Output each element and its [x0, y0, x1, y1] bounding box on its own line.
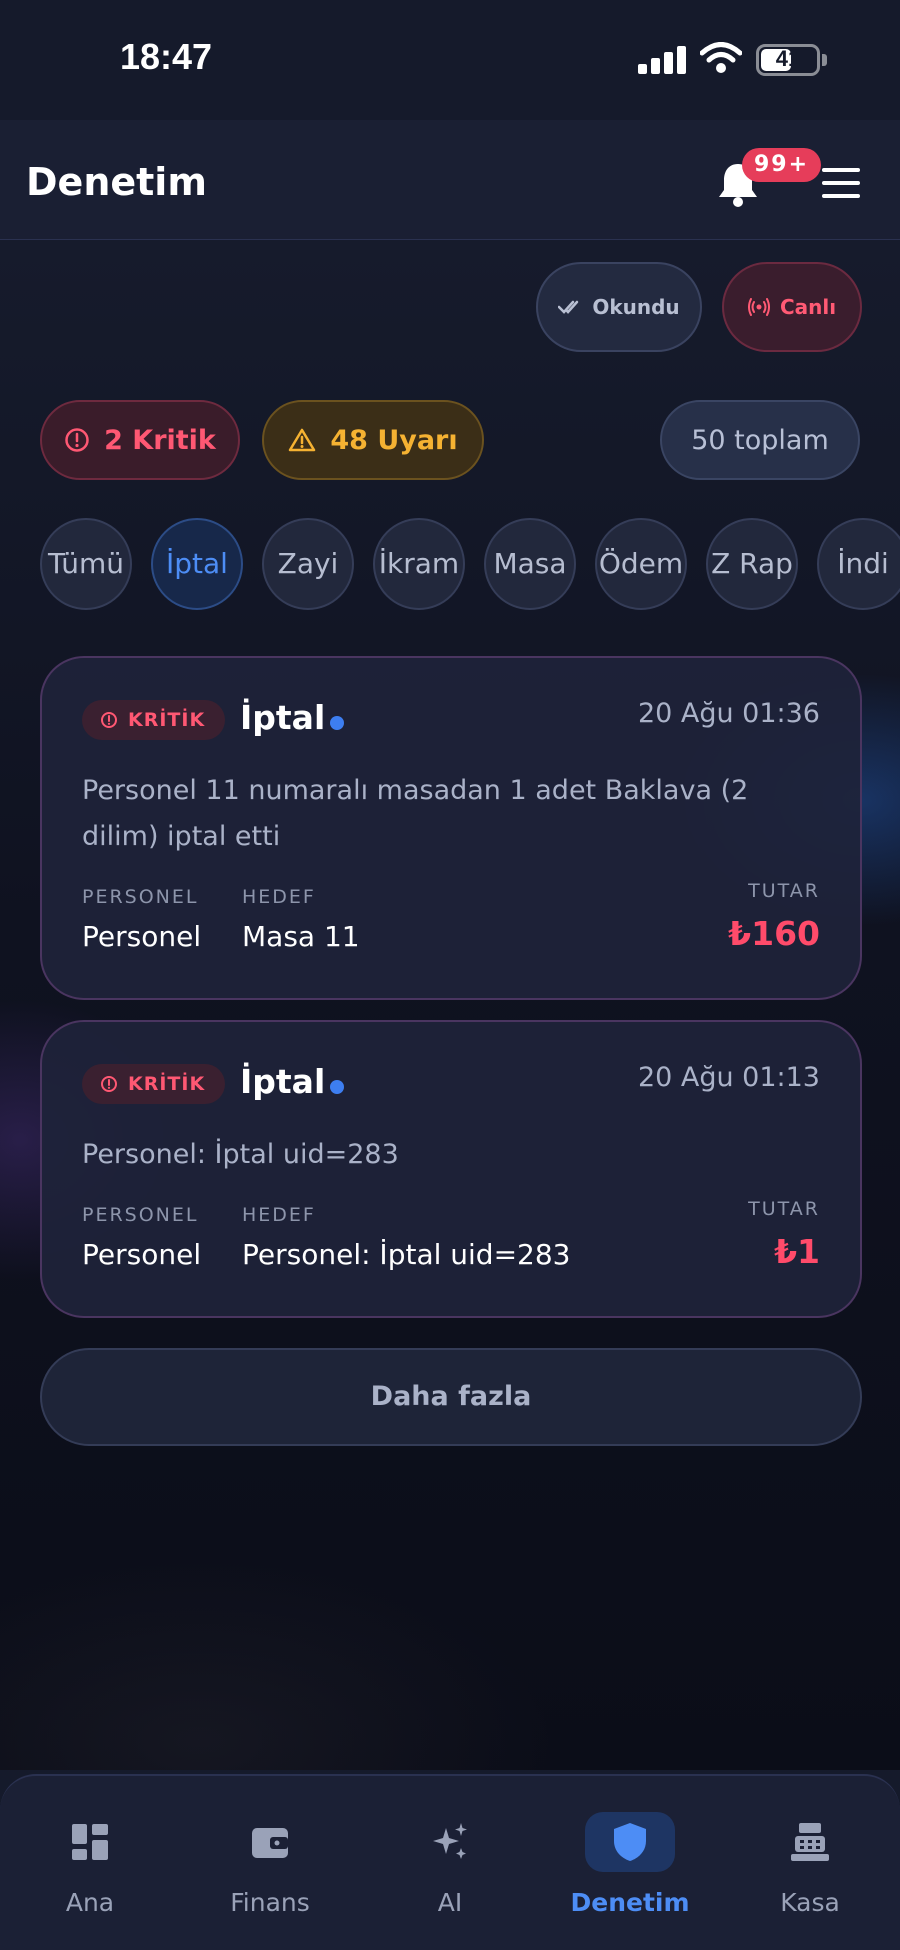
app-header: Denetim 99+ — [0, 120, 900, 240]
notification-badge: 99+ — [742, 148, 822, 182]
severity-label: KRİTİK — [128, 1073, 206, 1095]
status-bar: 18:47 41 — [0, 0, 900, 120]
sparkles-icon — [433, 1823, 467, 1859]
wallet-icon — [252, 1828, 288, 1858]
card-date: 20 Ağu 01:36 — [637, 698, 820, 729]
total-count-chip: 50 toplam — [660, 400, 860, 480]
amount-label: TUTAR — [748, 880, 820, 902]
staff-label: PERSONEL — [82, 1204, 199, 1226]
tab-tumu[interactable]: Tümü — [40, 518, 132, 610]
amount-value: ₺1 — [774, 1232, 820, 1271]
live-button[interactable]: Canlı — [722, 262, 862, 352]
nav-item-finans[interactable]: Finans — [180, 1776, 360, 1950]
warning-triangle-icon — [289, 428, 316, 452]
tab-zayi[interactable]: Zayi — [262, 518, 354, 610]
card-description: Personel: İptal uid=283 — [82, 1139, 399, 1170]
dashboard-icon — [72, 1824, 108, 1860]
nav-label: Denetim — [570, 1888, 690, 1917]
cash-register-icon — [791, 1823, 829, 1861]
unread-dot — [330, 1080, 344, 1094]
tab-masa[interactable]: Masa — [484, 518, 576, 610]
staff-value: Personel — [82, 920, 202, 953]
alert-circle-icon — [101, 712, 117, 728]
amount-label: TUTAR — [748, 1198, 820, 1220]
severity-badge: KRİTİK — [82, 1064, 226, 1104]
unread-dot — [330, 716, 344, 730]
tab-iptal[interactable]: İptal — [151, 518, 243, 610]
signal-icon — [638, 46, 686, 74]
severity-badge: KRİTİK — [82, 700, 226, 740]
shield-icon — [614, 1823, 646, 1861]
critical-count-chip[interactable]: 2 Kritik — [40, 400, 240, 480]
broadcast-icon — [747, 298, 770, 316]
target-label: HEDEF — [242, 1204, 316, 1226]
battery-level: 41 — [775, 46, 801, 71]
tab-z-rapor[interactable]: Z Rap — [706, 518, 798, 610]
nav-item-denetim[interactable]: Denetim — [540, 1776, 720, 1950]
nav-item-ana[interactable]: Ana — [0, 1776, 180, 1950]
status-time: 18:47 — [120, 36, 213, 77]
severity-label: KRİTİK — [128, 709, 206, 731]
tab-ikram[interactable]: İkram — [373, 518, 465, 610]
battery-tip — [822, 54, 827, 66]
nav-item-kasa[interactable]: Kasa — [720, 1776, 900, 1950]
mark-read-label: Okundu — [592, 295, 680, 319]
amount-value: ₺160 — [728, 914, 820, 953]
staff-label: PERSONEL — [82, 886, 199, 908]
alert-circle-icon — [101, 1076, 117, 1092]
live-label: Canlı — [779, 295, 837, 319]
target-label: HEDEF — [242, 886, 316, 908]
nav-label: Ana — [65, 1888, 115, 1917]
warning-count-chip[interactable]: 48 Uyarı — [262, 400, 484, 480]
target-value: Personel: İptal uid=283 — [242, 1238, 571, 1271]
mark-read-button[interactable]: Okundu — [536, 262, 702, 352]
staff-value: Personel — [82, 1238, 202, 1271]
double-check-icon — [558, 300, 579, 314]
card-title: İptal — [240, 1062, 326, 1101]
hamburger-menu-icon[interactable] — [822, 168, 860, 198]
load-more-button[interactable]: Daha fazla — [40, 1348, 862, 1446]
bottom-navigation: Ana Finans AI Denetim Kasa — [0, 1774, 900, 1950]
audit-card[interactable]: KRİTİK İptal 20 Ağu 01:36 Personel 11 nu… — [40, 656, 862, 1000]
tab-indirim[interactable]: İndi — [817, 518, 900, 610]
total-count: 50 toplam — [691, 424, 829, 456]
nav-item-ai[interactable]: AI — [360, 1776, 540, 1950]
battery-icon: 41 — [756, 44, 820, 76]
filter-tabs: Tümü İptal Zayi İkram Masa Ödem Z Rap İn… — [40, 518, 900, 614]
warning-count: 48 Uyarı — [330, 424, 458, 456]
card-date: 20 Ağu 01:13 — [637, 1062, 820, 1093]
tab-odeme[interactable]: Ödem — [595, 518, 687, 610]
nav-label: AI — [437, 1888, 463, 1917]
card-description: Personel 11 numaralı masadan 1 adet Bakl… — [82, 775, 749, 852]
card-title: İptal — [240, 698, 326, 737]
critical-count: 2 Kritik — [104, 424, 216, 456]
nav-label: Kasa — [780, 1888, 840, 1917]
alert-circle-icon — [65, 428, 89, 452]
target-value: Masa 11 — [242, 920, 360, 953]
page-title: Denetim — [26, 160, 207, 204]
nav-label: Finans — [230, 1888, 310, 1917]
wifi-icon — [700, 42, 742, 73]
audit-card[interactable]: KRİTİK İptal 20 Ağu 01:13 Personel: İpta… — [40, 1020, 862, 1318]
